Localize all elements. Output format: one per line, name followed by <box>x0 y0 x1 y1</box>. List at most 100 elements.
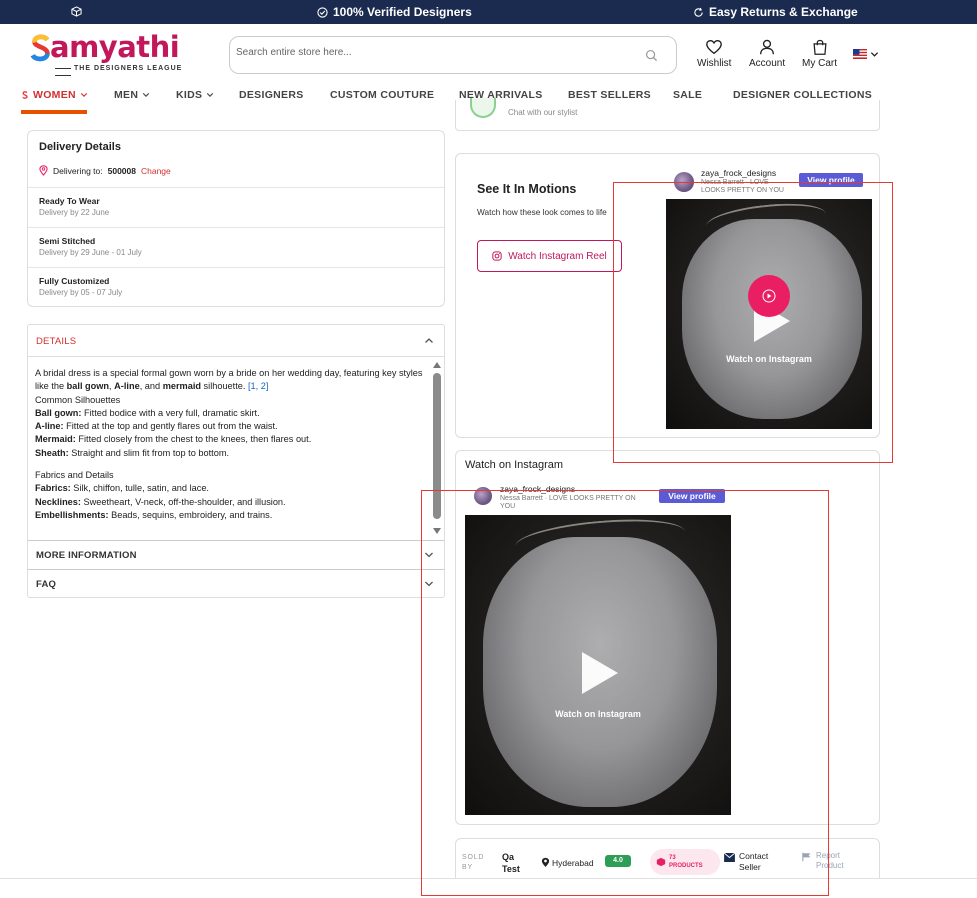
announcement-bar: 100% Verified Designers Easy Returns & E… <box>0 0 977 24</box>
pincode: 500008 <box>107 165 136 176</box>
watch-on-instagram-label[interactable]: Watch on Instagram <box>666 354 872 364</box>
text-run: , and <box>139 381 163 392</box>
details-value: Fitted bodice with a very full, dramatic… <box>81 407 260 418</box>
text-run: A-line <box>114 381 140 392</box>
motion-title: See It In Motions <box>477 182 577 196</box>
seller-card: SOLD BY Qa Test Hyderabad 4.0 73 PRODUCT… <box>455 838 880 883</box>
watch-on-instagram-title: Watch on Instagram <box>465 459 564 471</box>
delivery-option-date: Delivery by 22 June <box>39 208 110 217</box>
details-row: Sheath: Straight and slim fit from top t… <box>35 447 425 460</box>
delivery-option-date: Delivery by 29 June - 01 July <box>39 248 142 257</box>
nav-custom-couture[interactable]: CUSTOM COUTURE <box>330 89 434 101</box>
stylist-text[interactable]: Chat with our stylist <box>508 108 577 117</box>
page-bottom-fill <box>0 879 977 898</box>
play-button-icon[interactable] <box>748 275 790 317</box>
instagram-username[interactable]: zaya_frock_designs <box>500 484 575 494</box>
details-header-label: DETAILS <box>36 336 77 347</box>
citation-link[interactable]: [1, 2] <box>248 381 268 391</box>
change-pincode-link[interactable]: Change <box>141 166 171 176</box>
search-input[interactable] <box>236 47 626 58</box>
product-info-accordion: DETAILS A bridal dress is a special form… <box>27 324 445 598</box>
avatar[interactable] <box>674 172 694 192</box>
faq-label: FAQ <box>36 579 57 590</box>
details-value: Beads, sequins, embroidery, and trains. <box>108 509 273 520</box>
delivery-title: Delivery Details <box>39 141 121 153</box>
search-bar <box>229 36 677 74</box>
delivery-option-title: Fully Customized <box>39 276 110 286</box>
watch-on-instagram-card: Watch on Instagram zaya_frock_designs Ne… <box>455 450 880 825</box>
returns-text: Easy Returns & Exchange <box>709 5 858 19</box>
seller-location: Hyderabad <box>541 857 594 868</box>
details-value: Straight and slim fit from top to bottom… <box>68 447 230 458</box>
search-icon[interactable] <box>645 49 658 62</box>
verified-text: 100% Verified Designers <box>333 5 472 19</box>
cart-button[interactable]: My Cart <box>802 38 837 69</box>
instagram-video-large[interactable]: Watch on Instagram <box>465 515 731 815</box>
delivery-option[interactable]: Ready To Wear Delivery by 22 June <box>28 187 444 227</box>
brand-name: amyathi <box>50 30 180 64</box>
see-it-in-motion-card: See It In Motions Watch how these look c… <box>455 153 880 438</box>
more-information-label: MORE INFORMATION <box>36 550 137 561</box>
flag-icon <box>802 852 811 862</box>
nav-men[interactable]: MEN <box>114 89 150 101</box>
details-value: Silk, chiffon, tulle, satin, and lace. <box>70 483 209 494</box>
delivery-option-title: Semi Stitched <box>39 236 96 246</box>
details-value: Fitted at the top and gently flares out … <box>63 421 278 432</box>
site-header: amyathi THE DESIGNERS LEAGUE Wishlist Ac… <box>0 24 977 84</box>
avatar[interactable] <box>474 487 492 505</box>
delivery-option-date: Delivery by 05 - 07 July <box>39 288 123 297</box>
instagram-song: Nessa Barrett · LOVE LOOKS PRETTY ON YOU <box>500 495 636 510</box>
view-profile-button[interactable]: View profile <box>659 489 725 503</box>
chevron-down-icon <box>143 93 150 97</box>
watch-on-instagram-label[interactable]: Watch on Instagram <box>465 709 731 719</box>
details-row: Mermaid: Fitted closely from the chest t… <box>35 433 425 446</box>
details-row: A-line: Fitted at the top and gently fla… <box>35 420 425 433</box>
delivery-option[interactable]: Semi Stitched Delivery by 29 June - 01 J… <box>28 227 444 267</box>
scroll-up-arrow-icon[interactable] <box>433 362 441 368</box>
seller-name[interactable]: Qa Test <box>502 851 526 875</box>
seller-rating: 4.0 <box>613 857 623 864</box>
nav-active-underline <box>21 110 87 114</box>
wishlist-button[interactable]: Wishlist <box>697 38 731 69</box>
heart-icon <box>706 40 723 55</box>
view-profile-button[interactable]: View profile <box>799 173 863 187</box>
us-flag-icon <box>853 49 867 59</box>
brand-logo[interactable]: amyathi THE DESIGNERS LEAGUE <box>30 32 190 80</box>
instagram-video-small[interactable]: Watch on Instagram <box>666 199 872 429</box>
report-product-button[interactable]: Report Product <box>802 851 852 871</box>
more-information-header[interactable]: MORE INFORMATION <box>28 540 444 568</box>
cart-label: My Cart <box>802 58 837 69</box>
play-triangle-icon[interactable] <box>582 652 618 694</box>
refresh-icon <box>694 7 703 17</box>
scroll-down-arrow-icon[interactable] <box>433 528 441 534</box>
nav-men-label: MEN <box>114 89 139 101</box>
details-subheading: Fabrics and Details <box>35 470 114 481</box>
delivery-option[interactable]: Fully Customized Delivery by 05 - 07 Jul… <box>28 267 444 307</box>
details-value: Fitted closely from the chest to the kne… <box>75 434 312 445</box>
details-scrollbar[interactable] <box>431 359 443 537</box>
nav-kids[interactable]: KIDS <box>176 89 214 101</box>
delivering-label: Delivering to: <box>53 165 103 176</box>
brand-tagline: THE DESIGNERS LEAGUE <box>52 65 190 79</box>
chat-icon[interactable] <box>470 98 496 118</box>
account-label: Account <box>749 58 786 69</box>
details-key: Embellishments: <box>35 509 109 520</box>
products-badge[interactable]: 73 PRODUCTS <box>650 849 720 875</box>
details-header[interactable]: DETAILS <box>28 325 444 357</box>
faq-header[interactable]: FAQ <box>28 569 444 597</box>
shopping-bag-icon <box>812 39 827 55</box>
contact-seller-button[interactable]: Contact Seller <box>724 851 775 873</box>
country-selector[interactable] <box>853 49 879 59</box>
scrollbar-thumb[interactable] <box>433 373 441 519</box>
nav-designers[interactable]: DESIGNERS <box>239 89 304 101</box>
instagram-song: Nessa Barrett · LOVE LOOKS PRETTY ON YOU <box>701 179 784 194</box>
details-row: Ball gown: Fitted bodice with a very ful… <box>35 407 425 420</box>
seller-rating-badge: 4.0 <box>605 855 631 867</box>
nav-women[interactable]: WOMEN <box>21 89 88 101</box>
watch-reel-label: Watch Instagram Reel <box>508 250 607 262</box>
details-subheading: Common Silhouettes <box>35 394 121 405</box>
instagram-username[interactable]: zaya_frock_designs <box>701 168 776 178</box>
watch-instagram-reel-button[interactable]: Watch Instagram Reel <box>477 240 622 272</box>
contact-seller-label: Contact Seller <box>739 851 769 872</box>
account-button[interactable]: Account <box>749 38 785 69</box>
